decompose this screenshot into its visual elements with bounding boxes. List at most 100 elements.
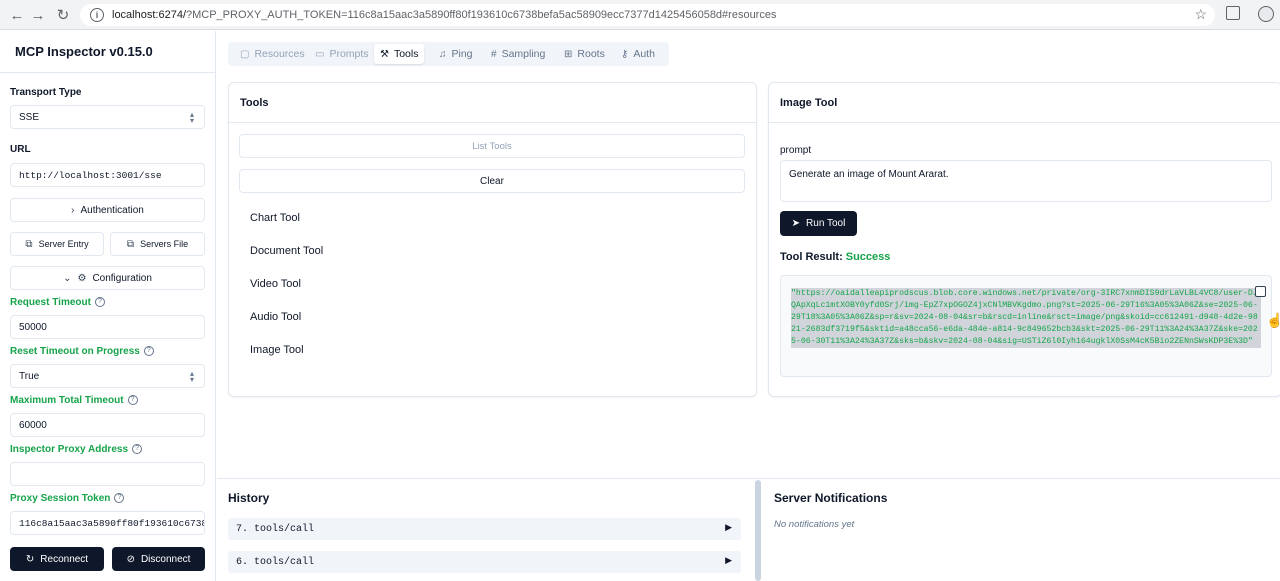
send-icon: ➤ [791, 218, 801, 229]
clear-button[interactable]: Clear [239, 169, 745, 193]
help-icon[interactable]: ? [143, 346, 154, 357]
help-icon[interactable]: ? [127, 395, 138, 406]
server-entry-label: Server Entry [38, 239, 89, 249]
main-tabs: ▢ Resources ▭ Prompts ⚒ Tools ♫ Ping # Sampli… [228, 42, 669, 66]
wrench-icon: ⚒ [380, 48, 389, 60]
tab-label: Sampling [501, 48, 546, 60]
reconnect-button[interactable]: ↻ Reconnect [10, 547, 104, 571]
history-row[interactable]: 6. tools/call ▶ [228, 551, 741, 573]
max-timeout-input[interactable]: 60000 [10, 413, 205, 437]
reset-timeout-select[interactable]: True ▴ ▾ [10, 364, 205, 388]
proxy-address-label: Inspector Proxy Address? [10, 444, 143, 455]
profile-avatar-icon[interactable] [1258, 6, 1274, 22]
url-query: ?MCP_PROXY_AUTH_TOKEN=116c8a15aac3a5890f… [186, 9, 777, 21]
tab-resources[interactable]: ▢ Resources [234, 44, 311, 64]
copy-icon: ⧉ [126, 238, 135, 250]
tool-result-box: "https://oaidalleapiprodscus.blob.core.w… [780, 275, 1272, 377]
configuration-label: Configuration [92, 272, 152, 284]
tab-sampling[interactable]: # Sampling [485, 44, 551, 64]
expand-triangle-icon[interactable]: ▶ [725, 523, 732, 533]
status-badge: Success [845, 251, 891, 263]
tab-label: Tools [393, 48, 419, 60]
reload-icon[interactable]: ↻ [50, 2, 76, 28]
tab-auth[interactable]: ⚷ Auth [615, 44, 661, 64]
address-bar[interactable]: i localhost:6274/?MCP_PROXY_AUTH_TOKEN=1… [80, 4, 1215, 26]
file-icon: ▢ [240, 48, 250, 60]
unplug-icon: ⊘ [126, 553, 135, 565]
copy-icon[interactable] [1255, 286, 1266, 297]
chevron-down-icon: ⌄ [63, 272, 72, 284]
history-row-label: 7. tools/call [236, 523, 315, 535]
select-chevron-icon: ▴ ▾ [189, 369, 194, 384]
panel-resize-handle[interactable] [755, 480, 761, 581]
proxy-token-label: Proxy Session Token? [10, 493, 125, 504]
tool-item-video[interactable]: Video Tool [250, 278, 301, 290]
copy-icon: ⧉ [25, 238, 33, 250]
expand-triangle-icon[interactable]: ▶ [725, 556, 732, 566]
message-icon: ▭ [315, 48, 325, 60]
run-tool-button[interactable]: ➤ Run Tool [780, 211, 857, 236]
key-icon: ⚷ [621, 48, 629, 60]
reset-timeout-label: Reset Timeout on Progress? [10, 346, 154, 357]
tools-card-title: Tools [229, 83, 756, 123]
help-icon[interactable]: ? [94, 297, 105, 308]
history-row[interactable]: 7. tools/call ▶ [228, 518, 741, 540]
image-tool-card: Image Tool prompt Generate an image of M… [768, 82, 1280, 397]
proxy-address-input[interactable] [10, 462, 205, 486]
tab-label: Resources [254, 48, 305, 60]
history-row-label: 6. tools/call [236, 556, 315, 568]
history-title: History [228, 491, 270, 505]
chevron-right-icon: › [71, 204, 75, 216]
url-input[interactable]: http://localhost:3001/sse [10, 163, 205, 187]
mouse-cursor-icon: ☝ [1266, 312, 1280, 328]
prompt-textarea[interactable]: Generate an image of Mount Ararat. [780, 160, 1272, 202]
notifications-empty: No notifications yet [774, 519, 855, 530]
server-entry-button[interactable]: ⧉ Server Entry [10, 232, 104, 256]
bookmark-star-icon[interactable]: ☆ [1194, 6, 1207, 23]
request-timeout-input[interactable]: 50000 [10, 315, 205, 339]
folder-tree-icon: ⊞ [564, 48, 573, 60]
extensions-icon[interactable] [1226, 6, 1240, 20]
reset-timeout-value: True [19, 370, 40, 382]
tool-result-label: Tool Result: [780, 251, 843, 263]
run-tool-label: Run Tool [806, 218, 846, 229]
divider [217, 478, 1280, 479]
tab-prompts[interactable]: ▭ Prompts [309, 44, 375, 64]
url-host: localhost:6274/ [112, 9, 186, 21]
transport-type-value: SSE [19, 111, 40, 123]
servers-file-button[interactable]: ⧉ Servers File [110, 232, 205, 256]
disconnect-label: Disconnect [140, 553, 191, 565]
reconnect-label: Reconnect [40, 553, 89, 565]
servers-file-label: Servers File [140, 239, 189, 249]
refresh-icon: ↻ [25, 553, 35, 565]
notifications-title: Server Notifications [774, 491, 888, 505]
help-icon[interactable]: ? [132, 444, 143, 455]
gear-icon: ⚙ [77, 272, 87, 284]
tool-item-audio[interactable]: Audio Tool [250, 311, 301, 323]
tool-item-document[interactable]: Document Tool [250, 245, 323, 257]
tool-result-text[interactable]: "https://oaidalleapiprodscus.blob.core.w… [791, 288, 1261, 348]
proxy-token-input[interactable]: 116c8a15aac3a5890ff80f193610c6738befa5ac… [10, 511, 205, 535]
forward-icon[interactable]: → [25, 2, 51, 28]
url-label: URL [10, 144, 31, 155]
tool-item-image[interactable]: Image Tool [250, 344, 304, 356]
bell-icon: ♫ [439, 48, 447, 60]
hash-icon: # [491, 48, 497, 60]
prompt-label: prompt [780, 145, 812, 156]
tab-roots[interactable]: ⊞ Roots [558, 44, 611, 64]
tab-tools[interactable]: ⚒ Tools [374, 44, 425, 64]
help-icon[interactable]: ? [114, 493, 125, 504]
tool-result-heading: Tool Result: Success [780, 251, 890, 263]
app-title: MCP Inspector v0.15.0 [15, 44, 153, 59]
configuration-button[interactable]: ⌄ ⚙ Configuration [10, 266, 205, 290]
authentication-button[interactable]: › Authentication [10, 198, 205, 222]
tool-item-chart[interactable]: Chart Tool [250, 212, 300, 224]
max-timeout-label: Maximum Total Timeout? [10, 395, 138, 406]
list-tools-button[interactable]: List Tools [239, 134, 745, 158]
transport-type-select[interactable]: SSE ▴ ▾ [10, 105, 205, 129]
tab-label: Auth [633, 48, 655, 60]
disconnect-button[interactable]: ⊘ Disconnect [112, 547, 205, 571]
sidebar: MCP Inspector v0.15.0 Transport Type SSE… [0, 31, 216, 581]
site-info-icon[interactable]: i [90, 8, 104, 22]
tab-ping[interactable]: ♫ Ping [433, 44, 479, 64]
